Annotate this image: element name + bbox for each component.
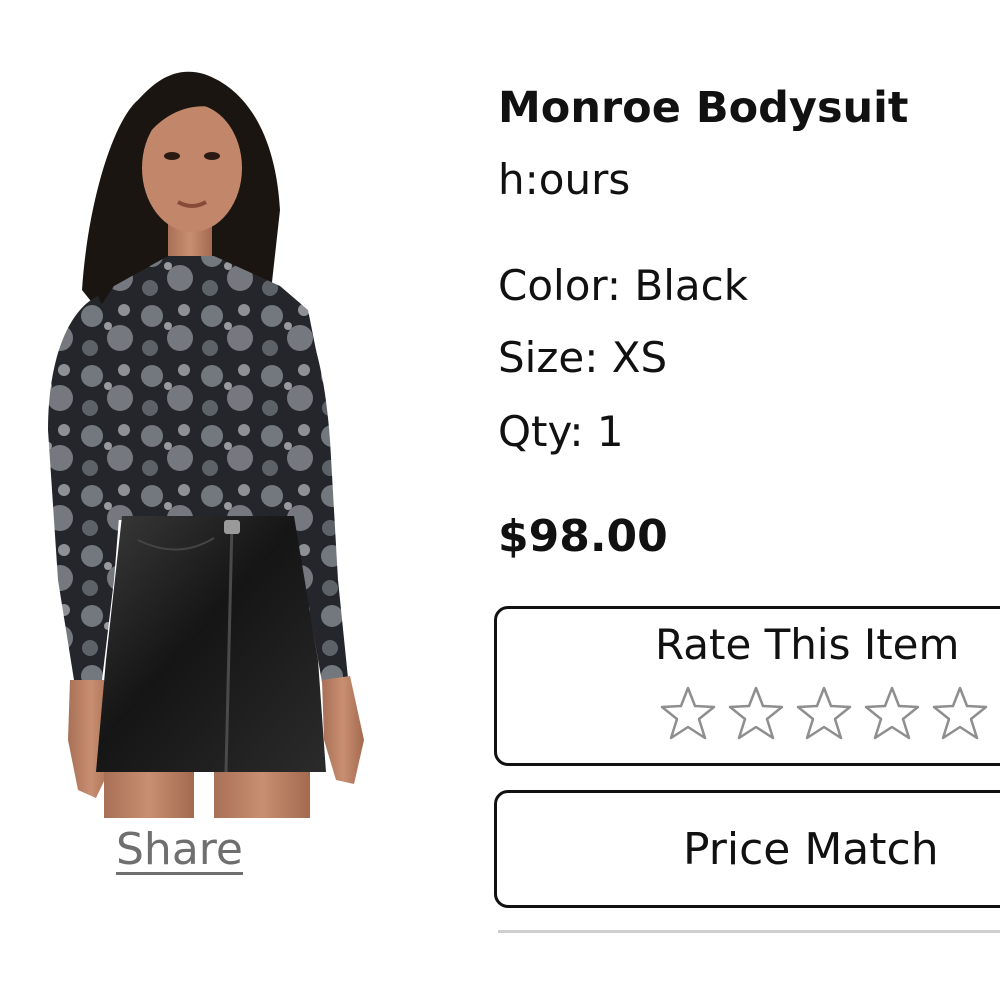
product-price: $98.00 (498, 511, 668, 562)
model-illustration (48, 71, 364, 818)
star-3-icon[interactable] (795, 685, 853, 743)
price-match-label: Price Match (683, 824, 939, 875)
product-qty: Qty: 1 (498, 407, 624, 456)
share-link[interactable]: Share (116, 820, 243, 880)
divider (498, 930, 1000, 933)
star-4-icon[interactable] (863, 685, 921, 743)
rate-item-panel: Rate This Item (494, 606, 1000, 766)
star-rating (659, 685, 989, 743)
product-image[interactable] (18, 60, 378, 818)
product-title: Monroe Bodysuit (498, 83, 909, 133)
product-brand[interactable]: h:ours (498, 152, 630, 208)
product-detail: Share Monroe Bodysuit h:ours Color: Blac… (0, 0, 1000, 1000)
rate-item-title: Rate This Item (655, 620, 960, 669)
star-1-icon[interactable] (659, 685, 717, 743)
product-size: Size: XS (498, 333, 668, 382)
star-2-icon[interactable] (727, 685, 785, 743)
product-color: Color: Black (498, 261, 749, 310)
star-5-icon[interactable] (931, 685, 989, 743)
price-match-button[interactable]: Price Match (494, 790, 1000, 908)
